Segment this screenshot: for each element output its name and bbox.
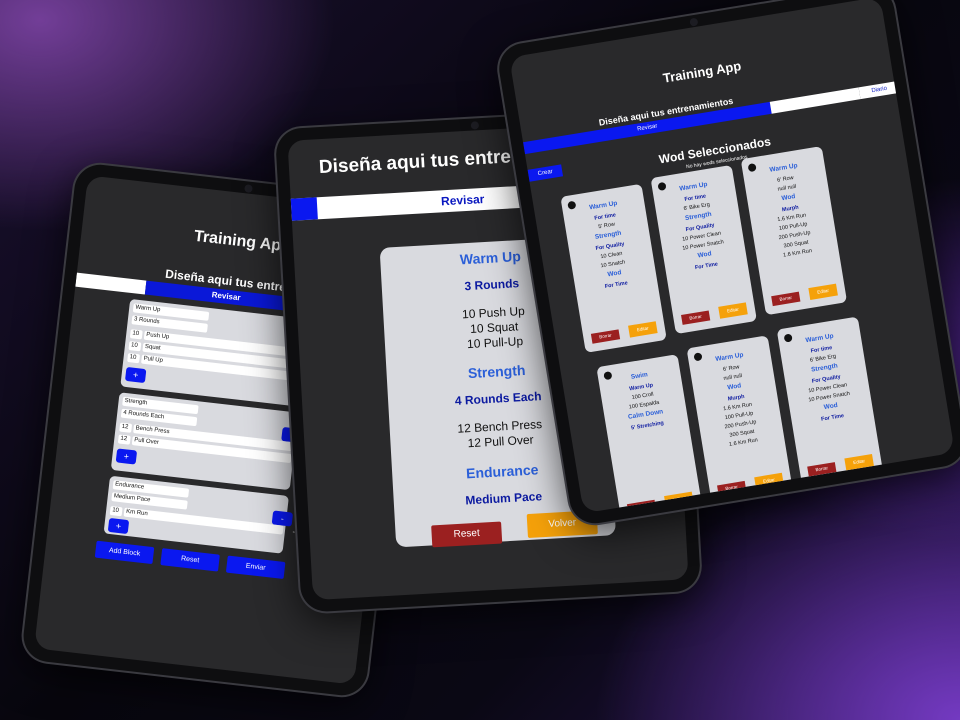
remove-exercise-button[interactable]: -: [292, 529, 295, 536]
tablet-wods: Training App Diseña aqui tus entrenamien…: [495, 0, 960, 528]
edit-button[interactable]: Editar: [628, 321, 658, 338]
wod-card: Warm Up For time 6' Bike Erg Strength For Qu…: [776, 316, 884, 486]
delete-button[interactable]: Borrar: [681, 310, 711, 325]
add-exercise-button[interactable]: +: [115, 448, 138, 465]
tab-review[interactable]: Revisar: [440, 188, 485, 212]
qty-input[interactable]: 10: [127, 352, 141, 364]
tab-create[interactable]: [75, 272, 147, 295]
wod-card: Warm Up 6' Row null null Wod Murph 1.6 Km Run…: [686, 335, 793, 505]
edit-button[interactable]: Editar: [718, 302, 748, 319]
exercise-input[interactable]: Km Run: [123, 507, 284, 535]
edit-button[interactable]: Editar: [808, 283, 838, 300]
qty-input[interactable]: 12: [119, 422, 133, 433]
wod-card: Warm Up For time 5' Row Strength For Quality…: [560, 183, 667, 353]
camera: [244, 184, 253, 193]
block-card-warm-up: Warm Up 3 Rounds 10 Push Up 10 Squat 10 …: [120, 298, 314, 407]
tab-create[interactable]: [290, 197, 318, 221]
camera: [689, 17, 699, 27]
block-card-endurance: Endurance Medium Pace - 10 Km Run - +: [103, 475, 295, 554]
delete-button[interactable]: Borrar: [590, 329, 621, 344]
delete-button[interactable]: Borrar: [717, 480, 747, 496]
edit-button[interactable]: Editar: [664, 491, 694, 508]
wod-card: Warm Up For time 6' Bike Erg Strength For Qu…: [650, 164, 757, 335]
tab-spacer: [769, 87, 861, 114]
camera: [470, 121, 480, 130]
add-exercise-button[interactable]: +: [124, 366, 147, 384]
qty-input[interactable]: 12: [117, 434, 131, 445]
block-card-strength: Strength 4 Rounds Each - 12 Bench Press …: [110, 392, 303, 491]
reset-button[interactable]: Reset: [431, 521, 503, 548]
edit-button[interactable]: Editar: [844, 453, 874, 471]
wod-card: Warm Up 6' Row null null Wod Murph 1.6 Km Run…: [740, 146, 848, 316]
tab-daily[interactable]: Diario: [858, 80, 900, 100]
add-block-button[interactable]: Add Block: [94, 540, 155, 565]
add-exercise-button[interactable]: +: [107, 517, 130, 535]
delete-button[interactable]: Borrar: [771, 291, 801, 307]
edit-button[interactable]: Editar: [754, 472, 784, 490]
reset-button[interactable]: Reset: [160, 548, 220, 572]
delete-button[interactable]: Borrar: [626, 499, 657, 514]
qty-input[interactable]: 10: [129, 329, 143, 340]
wod-card: Swim Warm Up 100 Croll 100 Espalda Calm Down…: [596, 354, 703, 514]
send-button[interactable]: Enviar: [225, 555, 286, 580]
qty-input[interactable]: 10: [109, 506, 123, 517]
delete-button[interactable]: Borrar: [807, 462, 837, 477]
qty-input[interactable]: 10: [128, 341, 142, 352]
wods-screen: Training App Diseña aqui tus entrenamien…: [509, 0, 955, 514]
